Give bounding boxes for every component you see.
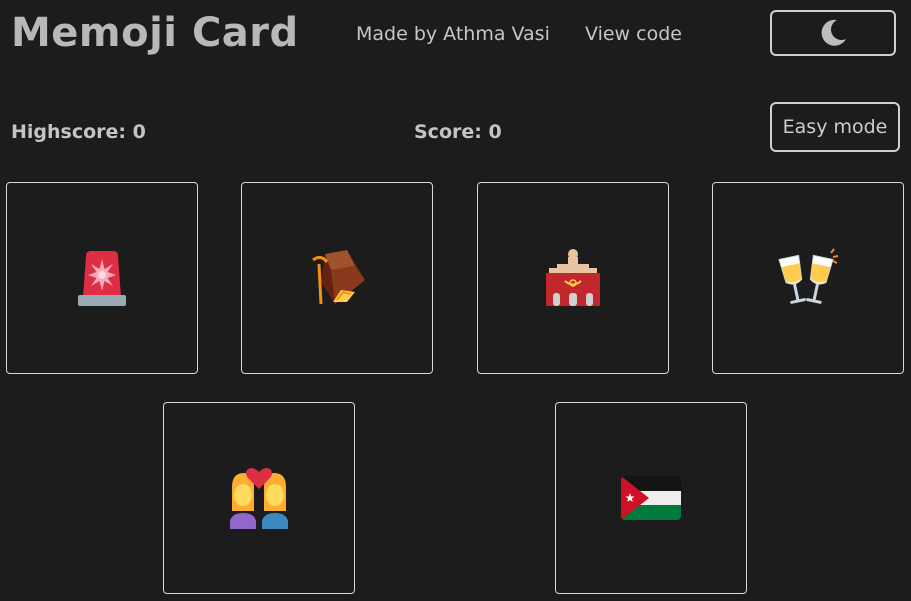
easy-mode-button[interactable]: Easy mode [770, 102, 900, 152]
post-office-icon [546, 249, 600, 306]
moon-icon [821, 19, 846, 46]
card-post-office[interactable] [477, 182, 669, 374]
score-label: Score: 0 [414, 121, 502, 143]
clinking-glasses-icon [778, 248, 839, 304]
card-clinking-glasses[interactable] [712, 182, 904, 374]
rock-pick-icon [312, 250, 365, 305]
card-couple-heart[interactable] [163, 402, 355, 594]
highscore-label: Highscore: 0 [11, 121, 146, 143]
couple-heart-icon [230, 468, 288, 529]
view-code-link[interactable]: View code [585, 23, 682, 45]
card-police-light[interactable] [6, 182, 198, 374]
police-light-icon [78, 251, 126, 306]
made-by-link[interactable]: Made by Athma Vasi [356, 23, 550, 45]
card-jordan-flag[interactable] [555, 402, 747, 594]
jordan-flag-icon [621, 476, 681, 520]
page-title: Memoji Card [11, 10, 299, 56]
theme-toggle-button[interactable] [770, 10, 896, 56]
memoji-page: Memoji Card Made by Athma Vasi View code… [0, 0, 911, 601]
card-rock-pick[interactable] [241, 182, 433, 374]
